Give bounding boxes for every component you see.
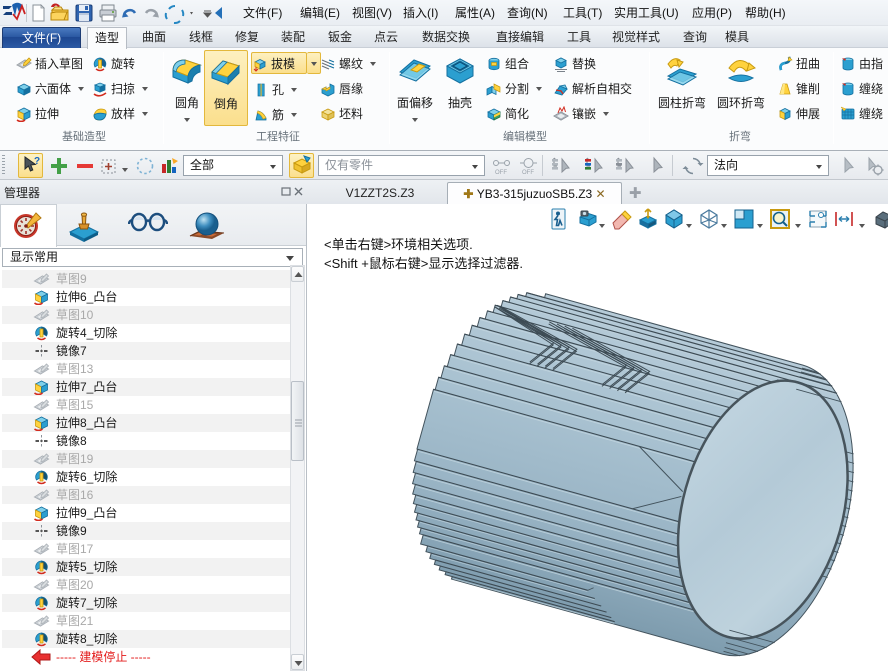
svg-text:OFF: OFF bbox=[495, 170, 507, 176]
svg-text:OFF: OFF bbox=[522, 170, 534, 176]
svg-text:?: ? bbox=[34, 156, 40, 167]
